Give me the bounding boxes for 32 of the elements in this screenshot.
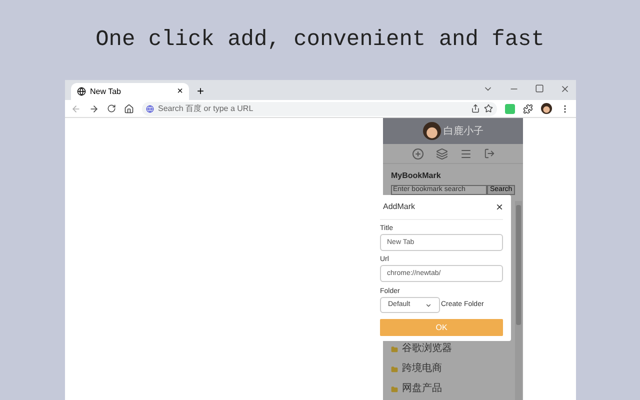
folder-icon	[391, 386, 398, 392]
avatar-icon	[541, 103, 552, 114]
globe-icon	[77, 87, 86, 96]
folder-icon	[391, 366, 398, 372]
search-engine-icon	[146, 104, 154, 112]
reload-icon[interactable]	[107, 104, 116, 113]
home-icon[interactable]	[124, 104, 134, 114]
layers-icon[interactable]	[436, 148, 448, 160]
menu-icon[interactable]	[460, 148, 472, 160]
browser-tab[interactable]: New Tab ×	[71, 83, 189, 100]
share-icon[interactable]	[471, 104, 480, 113]
avatar-icon	[422, 122, 440, 140]
maximize-icon[interactable]	[535, 84, 544, 93]
chevron-down-icon	[425, 302, 432, 308]
add-icon[interactable]	[412, 148, 424, 160]
close-tab-button[interactable]: ×	[177, 86, 183, 96]
new-tab-button[interactable]: +	[197, 85, 204, 97]
star-icon[interactable]	[484, 104, 493, 113]
folder-item[interactable]: 谷歌浏览器	[402, 343, 452, 355]
address-bar[interactable]: Search 百度 or type a URL	[142, 102, 497, 116]
folder-item[interactable]: 网盘产品	[402, 383, 442, 395]
dialog-title: AddMark	[383, 201, 416, 213]
forward-icon[interactable]	[89, 104, 99, 114]
user-name: 白鹿小子	[444, 124, 484, 138]
close-button[interactable]: ×	[496, 201, 503, 213]
folder-icon	[391, 346, 398, 352]
close-icon[interactable]	[560, 84, 570, 94]
logout-icon[interactable]	[484, 148, 494, 159]
folder-item[interactable]: 跨境电商	[402, 363, 442, 375]
headline: One click add, convenient and fast	[96, 26, 544, 54]
puzzle-icon[interactable]	[523, 104, 533, 114]
popup-title: MyBookMark	[391, 170, 442, 182]
